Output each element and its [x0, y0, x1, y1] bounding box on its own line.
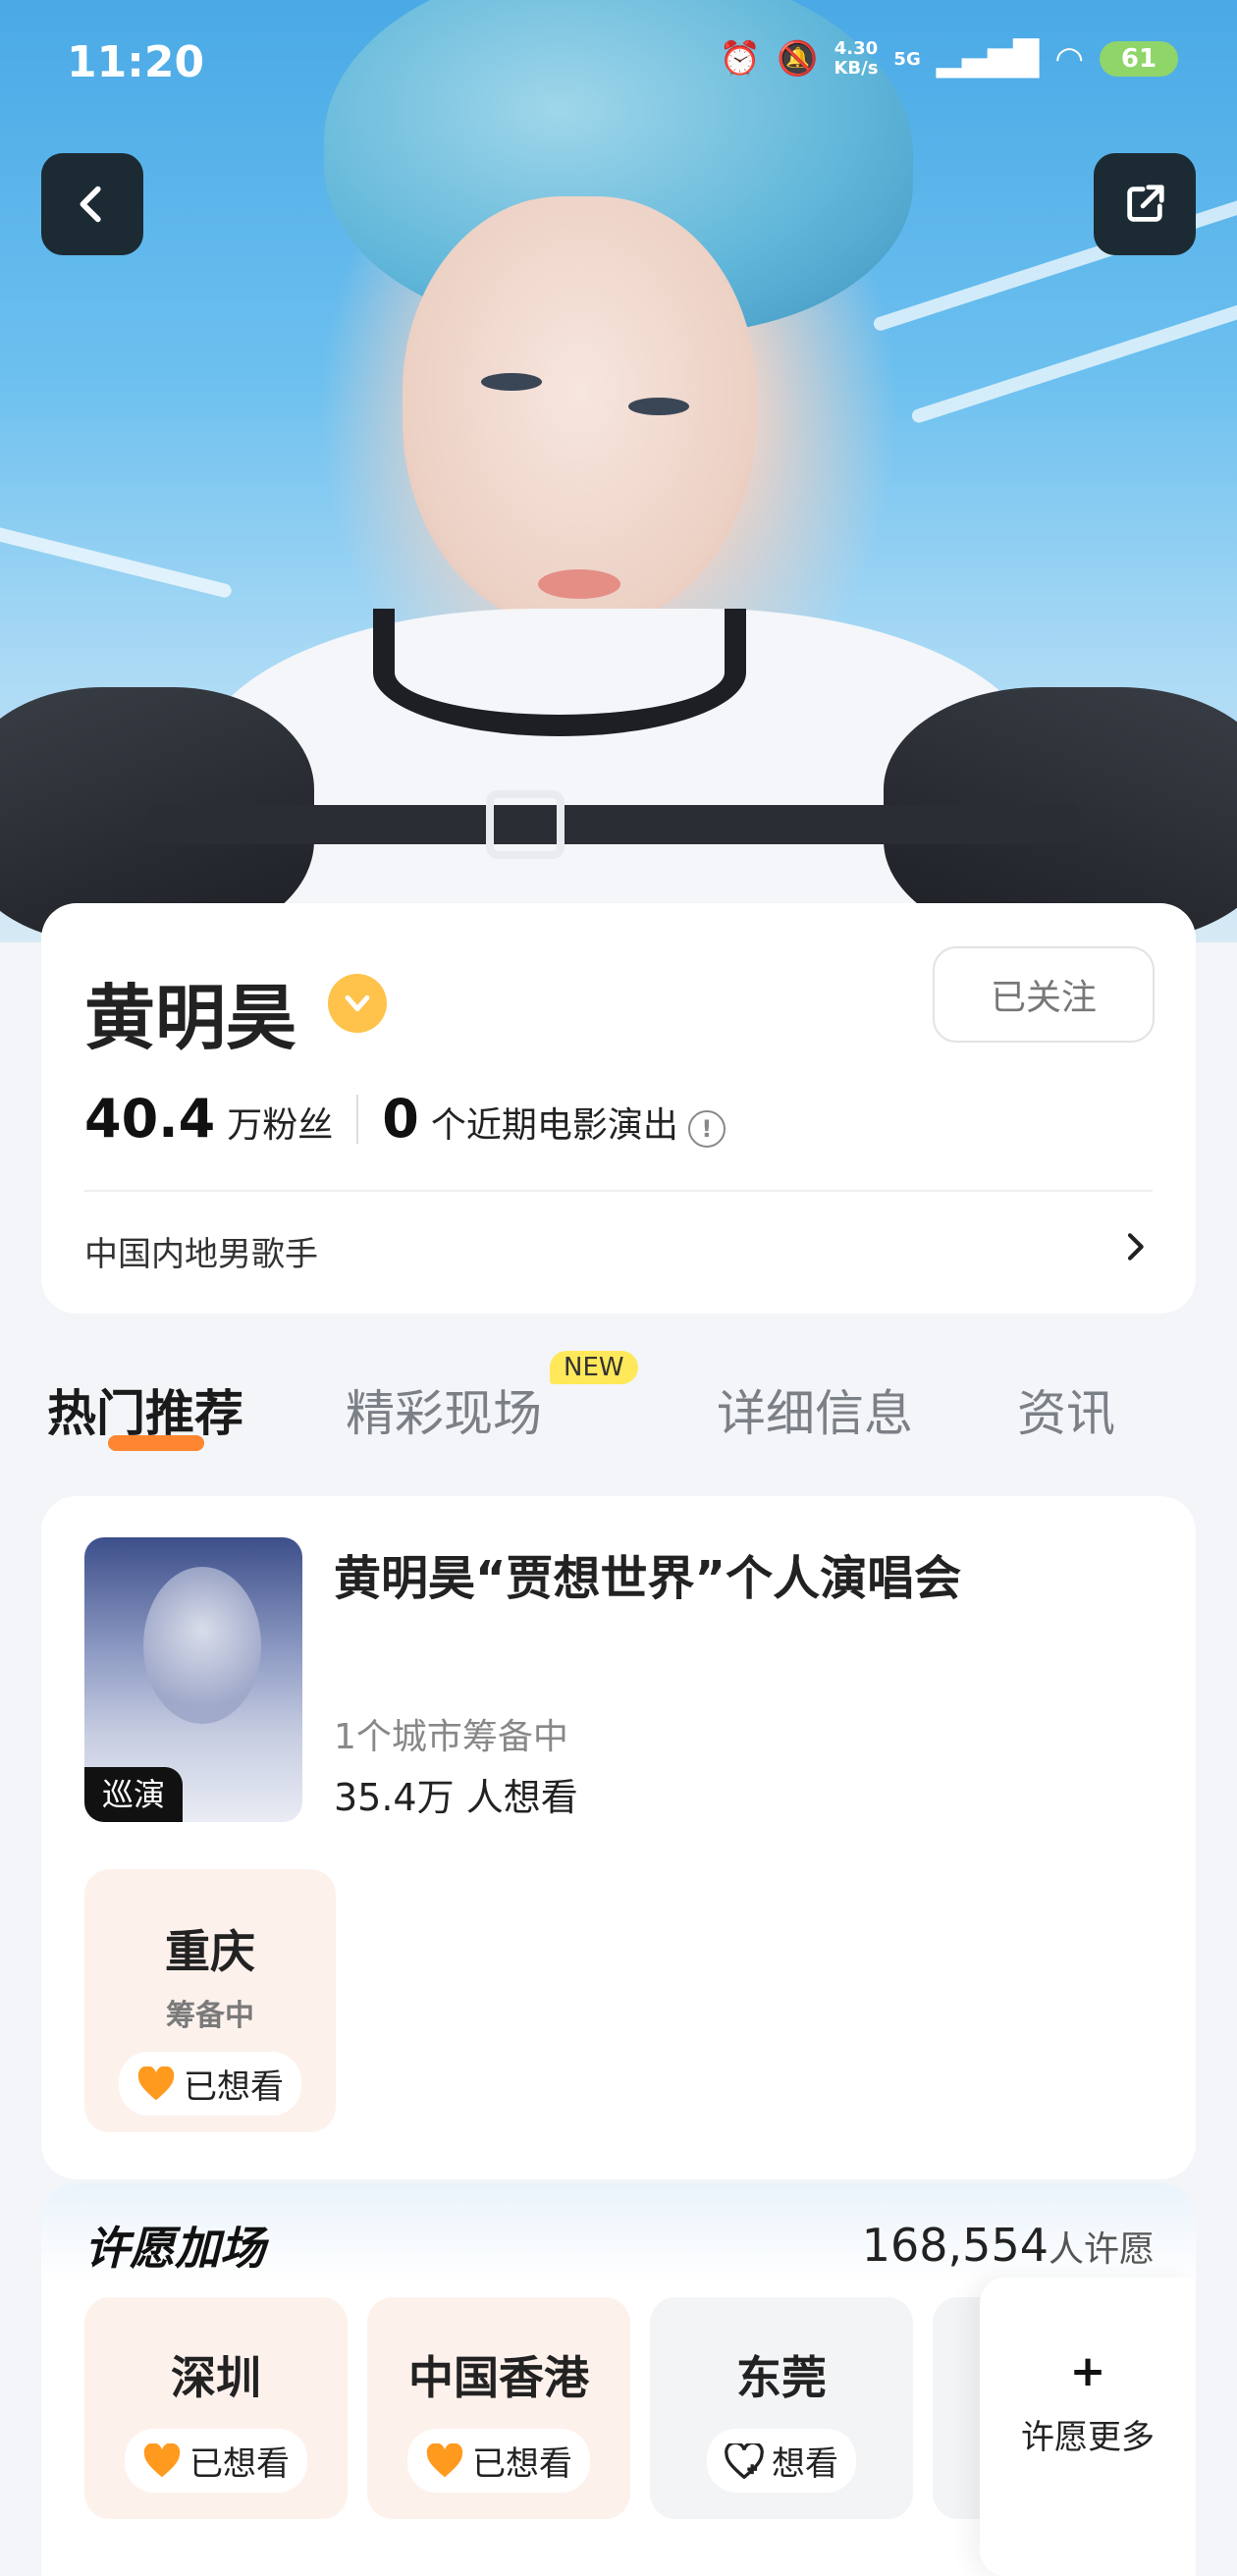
want-button[interactable]: 已想看	[119, 2052, 301, 2116]
concert-poster[interactable]: 巡演	[84, 1537, 302, 1822]
want-button[interactable]: 想看	[707, 2429, 856, 2493]
concert-card[interactable]: 巡演 黄明昊“贾想世界”个人演唱会 1个城市筹备中 35.4万 人想看 重庆 筹…	[41, 1496, 1196, 2179]
artist-name: 黄明昊	[84, 977, 297, 1059]
recent-shows-count: 0	[382, 1088, 419, 1150]
heart-filled-icon	[426, 2442, 463, 2477]
concert-title[interactable]: 黄明昊“贾想世界”个人演唱会	[334, 1539, 961, 1608]
chevron-left-icon	[80, 186, 101, 223]
mute-icon: 🔕	[777, 39, 819, 79]
city-status: 筹备中	[166, 1999, 254, 2033]
verified-icon	[328, 974, 387, 1033]
city-name: 重庆	[165, 1925, 255, 1978]
share-icon	[1127, 185, 1164, 222]
follow-button[interactable]: 已关注	[933, 946, 1155, 1043]
city-card-chongqing[interactable]: 重庆 筹备中 已想看	[84, 1869, 336, 2132]
heart-add-icon	[725, 2442, 764, 2479]
wish-city-dongguan[interactable]: 东莞 想看	[650, 2297, 913, 2519]
tab-hot-recommend[interactable]: 热门推荐	[47, 1374, 243, 1445]
tab-live-highlights[interactable]: 精彩现场	[346, 1374, 542, 1445]
chevron-right-icon[interactable]	[1115, 1227, 1155, 1266]
back-button[interactable]	[41, 153, 143, 255]
want-button[interactable]: 已想看	[125, 2429, 307, 2493]
wish-city-shenzhen[interactable]: 深圳 已想看	[84, 2297, 348, 2519]
battery-indicator: 61	[1100, 41, 1178, 77]
tab-details[interactable]: 详细信息	[717, 1374, 913, 1445]
wish-title: 许愿加场	[84, 2222, 265, 2275]
wish-count: 168,554人许愿	[861, 2219, 1155, 2272]
artist-cover-photo	[0, 0, 1237, 942]
concert-want-count: 35.4万 人想看	[334, 1776, 578, 1819]
fans-unit: 万粉丝	[227, 1105, 334, 1146]
wish-more-label: 许愿更多	[1021, 2418, 1155, 2457]
heart-filled-icon	[137, 2066, 175, 2100]
signal-icon: ▂▄▆█	[936, 39, 1040, 79]
status-time: 11:20	[67, 37, 205, 87]
heart-filled-icon	[143, 2442, 181, 2477]
wish-more-button[interactable]: + 许愿更多	[980, 2278, 1196, 2576]
new-badge: NEW	[550, 1351, 638, 1384]
tour-tag: 巡演	[84, 1767, 183, 1822]
content-tabs: 热门推荐 精彩现场 NEW 详细信息 资讯	[0, 1351, 1237, 1482]
want-button[interactable]: 已想看	[407, 2429, 590, 2493]
artist-description[interactable]: 中国内地男歌手	[84, 1227, 318, 1275]
network-speed: 4.30 KB/s	[834, 38, 879, 79]
recent-shows-label: 个近期电影演出	[430, 1105, 678, 1146]
alarm-icon: ⏰	[719, 39, 762, 79]
wish-extra-shows-card: 许愿加场 168,554人许愿 深圳 已想看 中国香港 已想看 东莞 想看 + …	[41, 2183, 1196, 2576]
plus-icon: +	[1069, 2346, 1106, 2396]
share-button[interactable]	[1094, 153, 1196, 255]
info-icon[interactable]: !	[687, 1110, 726, 1148]
wish-city-hongkong[interactable]: 中国香港 已想看	[367, 2297, 630, 2519]
fans-count: 40.4	[84, 1088, 216, 1150]
artist-profile-card: 黄明昊 已关注 40.4 万粉丝 0 个近期电影演出 ! 中国内地男歌手	[41, 903, 1196, 1314]
status-bar: 11:20 ⏰ 🔕 4.30 KB/s 5G ▂▄▆█ ◠ 61	[0, 0, 1237, 128]
network-type: 5G	[893, 48, 921, 70]
wifi-icon: ◠	[1054, 39, 1084, 79]
tab-news[interactable]: 资讯	[1017, 1374, 1115, 1445]
concert-city-status: 1个城市筹备中	[334, 1717, 568, 1757]
